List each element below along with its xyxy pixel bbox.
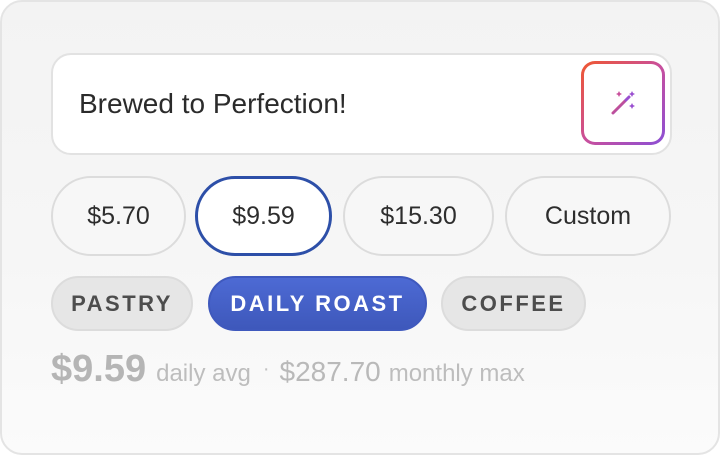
monthly-label: monthly max: [388, 360, 525, 387]
magic-wand-icon: [611, 91, 635, 115]
monthly-amount: $287.70: [279, 356, 381, 387]
summary-separator: ·: [262, 358, 270, 380]
message-text[interactable]: Brewed to Perfection!: [79, 55, 347, 153]
daily-amount: $9.59: [51, 348, 147, 390]
category-tag-coffee[interactable]: COFFEE: [441, 276, 586, 331]
category-tag-daily-roast[interactable]: DAILY ROAST: [208, 276, 427, 331]
magic-generate-button[interactable]: [581, 61, 665, 145]
tip-card: Brewed to Perfection! $5.70 $9.59 $15.30…: [0, 0, 720, 455]
daily-label: daily avg: [156, 360, 251, 387]
message-field[interactable]: Brewed to Perfection!: [51, 53, 672, 155]
price-option-9-59[interactable]: $9.59: [195, 176, 332, 256]
spend-summary: $9.59 daily avg · $287.70 monthly max: [51, 348, 525, 400]
category-tag-pastry[interactable]: PASTRY: [51, 276, 193, 331]
price-option-5-70[interactable]: $5.70: [51, 176, 186, 256]
magic-button-face[interactable]: [584, 64, 662, 142]
price-option-15-30[interactable]: $15.30: [343, 176, 494, 256]
price-option-custom[interactable]: Custom: [505, 176, 671, 256]
